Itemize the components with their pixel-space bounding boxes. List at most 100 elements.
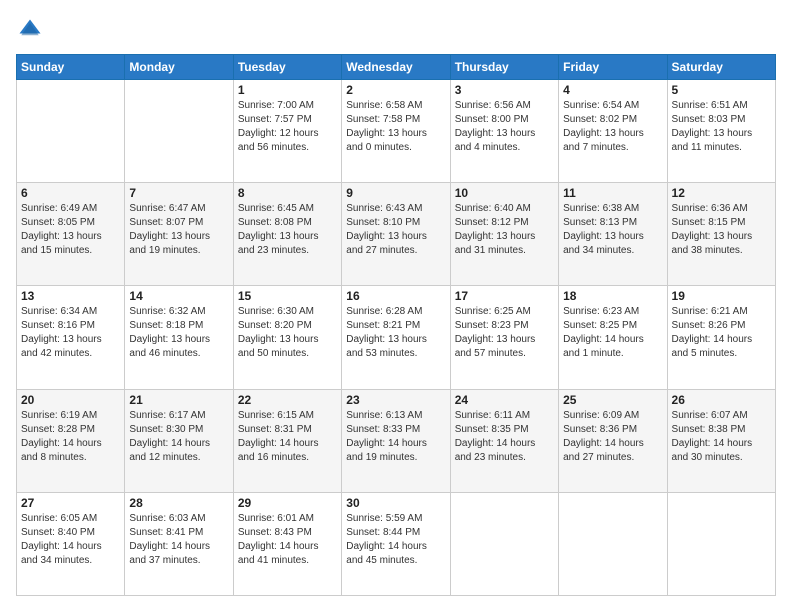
day-number: 2: [346, 83, 445, 97]
calendar-cell: 21 Sunrise: 6:17 AM Sunset: 8:30 PM Dayli…: [125, 389, 233, 492]
calendar-cell: 13 Sunrise: 6:34 AM Sunset: 8:16 PM Dayli…: [17, 286, 125, 389]
calendar-cell: 20 Sunrise: 6:19 AM Sunset: 8:28 PM Dayli…: [17, 389, 125, 492]
day-info: Sunrise: 6:07 AM Sunset: 8:38 PM Dayligh…: [672, 409, 771, 465]
calendar-cell: 3 Sunrise: 6:56 AM Sunset: 8:00 PM Daylig…: [450, 80, 558, 183]
weekday-header: Friday: [559, 55, 667, 80]
day-info: Sunrise: 6:23 AM Sunset: 8:25 PM Dayligh…: [563, 305, 662, 361]
day-number: 15: [238, 289, 337, 303]
day-info: Sunrise: 6:32 AM Sunset: 8:18 PM Dayligh…: [129, 305, 228, 361]
calendar-cell: 27Sunrise: 6:05 AM Sunset: 8:40 PM Dayli…: [17, 492, 125, 595]
day-number: 20: [21, 393, 120, 407]
day-number: 13: [21, 289, 120, 303]
calendar-cell: 18Sunrise: 6:23 AM Sunset: 8:25 PM Dayli…: [559, 286, 667, 389]
calendar-cell: 30 Sunrise: 5:59 AM Sunset: 8:44 PM Dayli…: [342, 492, 450, 595]
calendar-cell: 7 Sunrise: 6:47 AM Sunset: 8:07 PM Daylig…: [125, 183, 233, 286]
calendar-cell: 12 Sunrise: 6:36 AM Sunset: 8:15 PM Dayli…: [667, 183, 775, 286]
day-info: Sunrise: 6:25 AM Sunset: 8:23 PM Dayligh…: [455, 305, 554, 361]
calendar-week-row: 13 Sunrise: 6:34 AM Sunset: 8:16 PM Dayli…: [17, 286, 776, 389]
calendar-cell: 11 Sunrise: 6:38 AM Sunset: 8:13 PM Dayli…: [559, 183, 667, 286]
day-info: Sunrise: 6:58 AM Sunset: 7:58 PM Dayligh…: [346, 99, 445, 155]
weekday-header: Wednesday: [342, 55, 450, 80]
day-number: 24: [455, 393, 554, 407]
calendar-cell: 14 Sunrise: 6:32 AM Sunset: 8:18 PM Dayli…: [125, 286, 233, 389]
day-info: Sunrise: 6:40 AM Sunset: 8:12 PM Dayligh…: [455, 202, 554, 258]
day-number: 14: [129, 289, 228, 303]
day-info: Sunrise: 6:34 AM Sunset: 8:16 PM Dayligh…: [21, 305, 120, 361]
calendar-cell: [17, 80, 125, 183]
calendar-cell: 25 Sunrise: 6:09 AM Sunset: 8:36 PM Dayli…: [559, 389, 667, 492]
day-number: 17: [455, 289, 554, 303]
day-info: Sunrise: 6:03 AM Sunset: 8:41 PM Dayligh…: [129, 512, 228, 568]
calendar-header-row: SundayMondayTuesdayWednesdayThursdayFrid…: [17, 55, 776, 80]
day-info: Sunrise: 6:56 AM Sunset: 8:00 PM Dayligh…: [455, 99, 554, 155]
day-number: 21: [129, 393, 228, 407]
calendar-cell: 24 Sunrise: 6:11 AM Sunset: 8:35 PM Dayli…: [450, 389, 558, 492]
day-info: Sunrise: 6:38 AM Sunset: 8:13 PM Dayligh…: [563, 202, 662, 258]
calendar-cell: 5 Sunrise: 6:51 AM Sunset: 8:03 PM Daylig…: [667, 80, 775, 183]
calendar-cell: 15 Sunrise: 6:30 AM Sunset: 8:20 PM Dayli…: [233, 286, 341, 389]
day-number: 11: [563, 186, 662, 200]
day-info: Sunrise: 5:59 AM Sunset: 8:44 PM Dayligh…: [346, 512, 445, 568]
calendar-cell: 28 Sunrise: 6:03 AM Sunset: 8:41 PM Dayli…: [125, 492, 233, 595]
calendar-week-row: 6 Sunrise: 6:49 AM Sunset: 8:05 PM Daylig…: [17, 183, 776, 286]
day-number: 23: [346, 393, 445, 407]
calendar-table: SundayMondayTuesdayWednesdayThursdayFrid…: [16, 54, 776, 596]
day-info: Sunrise: 6:01 AM Sunset: 8:43 PM Dayligh…: [238, 512, 337, 568]
day-number: 5: [672, 83, 771, 97]
calendar-cell: 16 Sunrise: 6:28 AM Sunset: 8:21 PM Dayli…: [342, 286, 450, 389]
day-number: 8: [238, 186, 337, 200]
day-number: 12: [672, 186, 771, 200]
day-info: Sunrise: 6:30 AM Sunset: 8:20 PM Dayligh…: [238, 305, 337, 361]
calendar-cell: 29Sunrise: 6:01 AM Sunset: 8:43 PM Dayli…: [233, 492, 341, 595]
calendar-week-row: 27Sunrise: 6:05 AM Sunset: 8:40 PM Dayli…: [17, 492, 776, 595]
day-number: 28: [129, 496, 228, 510]
day-info: Sunrise: 6:47 AM Sunset: 8:07 PM Dayligh…: [129, 202, 228, 258]
calendar-cell: 19 Sunrise: 6:21 AM Sunset: 8:26 PM Dayli…: [667, 286, 775, 389]
day-info: Sunrise: 6:36 AM Sunset: 8:15 PM Dayligh…: [672, 202, 771, 258]
day-number: 30: [346, 496, 445, 510]
weekday-header: Thursday: [450, 55, 558, 80]
page-header: [16, 16, 776, 44]
logo-icon: [16, 16, 44, 44]
day-number: 7: [129, 186, 228, 200]
day-number: 19: [672, 289, 771, 303]
day-number: 25: [563, 393, 662, 407]
calendar-cell: 1Sunrise: 7:00 AM Sunset: 7:57 PM Daylig…: [233, 80, 341, 183]
calendar-cell: 6 Sunrise: 6:49 AM Sunset: 8:05 PM Daylig…: [17, 183, 125, 286]
calendar-cell: [559, 492, 667, 595]
day-number: 27: [21, 496, 120, 510]
day-number: 3: [455, 83, 554, 97]
weekday-header: Monday: [125, 55, 233, 80]
day-info: Sunrise: 6:11 AM Sunset: 8:35 PM Dayligh…: [455, 409, 554, 465]
calendar-week-row: 20 Sunrise: 6:19 AM Sunset: 8:28 PM Dayli…: [17, 389, 776, 492]
calendar-cell: [450, 492, 558, 595]
day-number: 16: [346, 289, 445, 303]
day-info: Sunrise: 6:17 AM Sunset: 8:30 PM Dayligh…: [129, 409, 228, 465]
day-info: Sunrise: 6:54 AM Sunset: 8:02 PM Dayligh…: [563, 99, 662, 155]
day-number: 10: [455, 186, 554, 200]
day-info: Sunrise: 6:28 AM Sunset: 8:21 PM Dayligh…: [346, 305, 445, 361]
day-info: Sunrise: 6:43 AM Sunset: 8:10 PM Dayligh…: [346, 202, 445, 258]
weekday-header: Saturday: [667, 55, 775, 80]
weekday-header: Sunday: [17, 55, 125, 80]
calendar-cell: 26Sunrise: 6:07 AM Sunset: 8:38 PM Dayli…: [667, 389, 775, 492]
calendar-cell: 2 Sunrise: 6:58 AM Sunset: 7:58 PM Daylig…: [342, 80, 450, 183]
day-number: 22: [238, 393, 337, 407]
calendar-week-row: 1Sunrise: 7:00 AM Sunset: 7:57 PM Daylig…: [17, 80, 776, 183]
calendar-cell: [125, 80, 233, 183]
day-number: 9: [346, 186, 445, 200]
weekday-header: Tuesday: [233, 55, 341, 80]
day-info: Sunrise: 6:19 AM Sunset: 8:28 PM Dayligh…: [21, 409, 120, 465]
day-info: Sunrise: 6:09 AM Sunset: 8:36 PM Dayligh…: [563, 409, 662, 465]
day-info: Sunrise: 6:21 AM Sunset: 8:26 PM Dayligh…: [672, 305, 771, 361]
calendar-cell: [667, 492, 775, 595]
day-info: Sunrise: 6:13 AM Sunset: 8:33 PM Dayligh…: [346, 409, 445, 465]
day-info: Sunrise: 6:49 AM Sunset: 8:05 PM Dayligh…: [21, 202, 120, 258]
calendar-cell: 10 Sunrise: 6:40 AM Sunset: 8:12 PM Dayli…: [450, 183, 558, 286]
calendar-cell: 17 Sunrise: 6:25 AM Sunset: 8:23 PM Dayli…: [450, 286, 558, 389]
calendar-cell: 8Sunrise: 6:45 AM Sunset: 8:08 PM Daylig…: [233, 183, 341, 286]
day-info: Sunrise: 6:51 AM Sunset: 8:03 PM Dayligh…: [672, 99, 771, 155]
day-number: 1: [238, 83, 337, 97]
calendar-cell: 23 Sunrise: 6:13 AM Sunset: 8:33 PM Dayli…: [342, 389, 450, 492]
day-number: 6: [21, 186, 120, 200]
